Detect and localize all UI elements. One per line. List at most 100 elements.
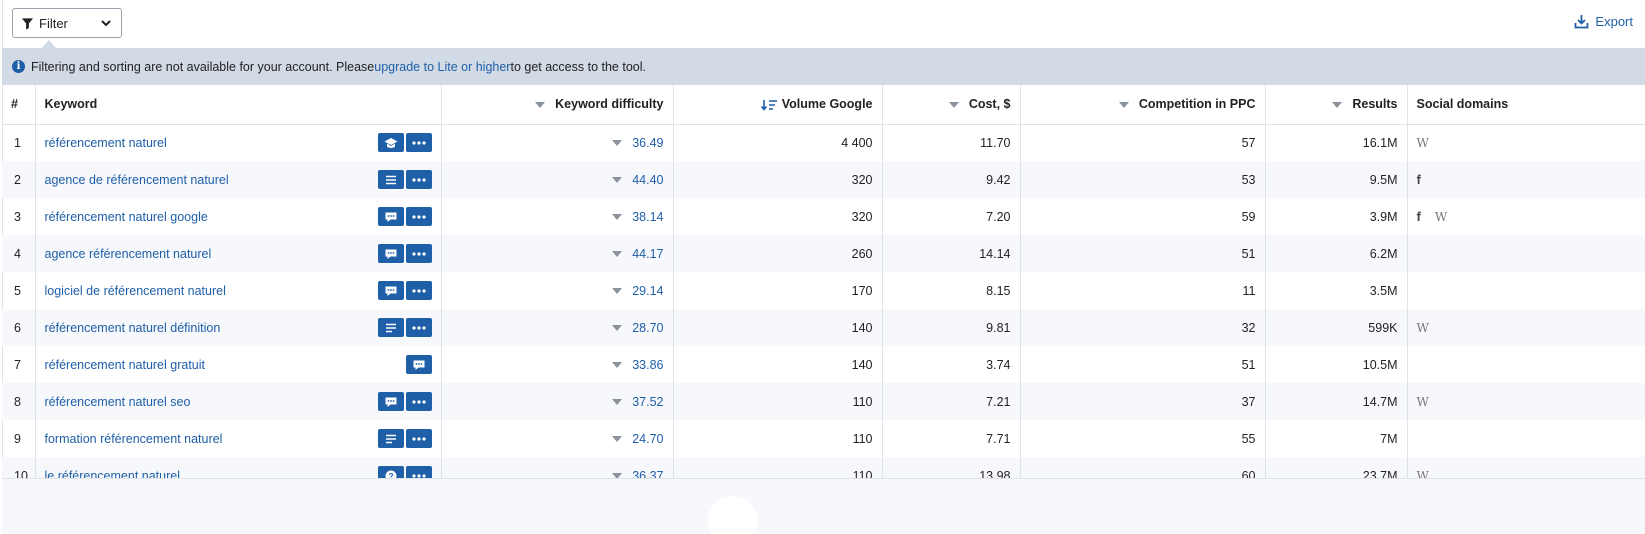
header-cost[interactable]: Cost, $	[882, 85, 1021, 125]
expand-caret-icon[interactable]	[612, 251, 623, 258]
table-footer-area	[2, 478, 1645, 534]
results-cell: 7M	[1265, 420, 1408, 457]
volume-cell: 110	[673, 383, 883, 420]
header-index: #	[2, 85, 36, 125]
keyword-cell: référencement naturel définition	[35, 309, 442, 346]
comment-icon[interactable]	[377, 207, 404, 226]
keyword-link[interactable]: référencement naturel	[45, 136, 167, 150]
keyword-link[interactable]: agence référencement naturel	[45, 247, 212, 261]
comment-icon[interactable]	[405, 355, 432, 374]
difficulty-cell[interactable]: 28.70	[441, 309, 674, 346]
keyword-actions	[377, 429, 432, 448]
expand-caret-icon[interactable]	[612, 140, 623, 147]
expand-caret-icon[interactable]	[612, 288, 623, 295]
keyword-cell: logiciel de référencement naturel	[35, 272, 442, 309]
keyword-cell: agence référencement naturel	[35, 235, 442, 272]
results-cell: 14.7M	[1265, 383, 1408, 420]
filter-dropdown[interactable]: Filter	[12, 8, 122, 38]
competition-cell: 57	[1020, 124, 1266, 161]
social-domains-cell	[1407, 235, 1645, 272]
wikipedia-icon[interactable]: W	[1417, 321, 1429, 335]
cost-cell: 7.71	[882, 420, 1021, 457]
cost-cell: 11.70	[882, 124, 1021, 161]
keyword-cell: formation référencement naturel	[35, 420, 442, 457]
difficulty-cell[interactable]: 44.17	[441, 235, 674, 272]
table-row: 6 référencement naturel définition 28.70 14…	[2, 309, 1645, 346]
keyword-cell: référencement naturel gratuit	[35, 346, 442, 383]
wikipedia-icon[interactable]: W	[1435, 210, 1447, 224]
results-cell: 3.5M	[1265, 272, 1408, 309]
keyword-link[interactable]: logiciel de référencement naturel	[45, 284, 226, 298]
difficulty-value: 24.70	[632, 431, 664, 446]
difficulty-cell[interactable]: 36.49	[441, 124, 674, 161]
difficulty-cell[interactable]: 37.52	[441, 383, 674, 420]
export-button[interactable]: Export	[1574, 14, 1633, 29]
wikipedia-icon[interactable]: W	[1417, 395, 1429, 409]
social-domains-cell: W	[1407, 124, 1645, 161]
keyword-link[interactable]: formation référencement naturel	[45, 432, 223, 446]
header-results[interactable]: Results	[1265, 85, 1408, 125]
header-competition[interactable]: Competition in PPC	[1020, 85, 1266, 125]
volume-cell: 140	[673, 309, 883, 346]
competition-cell: 51	[1020, 346, 1266, 383]
keyword-link[interactable]: référencement naturel gratuit	[45, 358, 206, 372]
keyword-link[interactable]: référencement naturel seo	[45, 395, 191, 409]
difficulty-cell[interactable]: 29.14	[441, 272, 674, 309]
comment-icon[interactable]	[377, 392, 404, 411]
more-icon[interactable]	[405, 207, 432, 226]
more-icon[interactable]	[405, 244, 432, 263]
header-keyword[interactable]: Keyword	[35, 85, 442, 125]
difficulty-cell[interactable]: 38.14	[441, 198, 674, 235]
text-icon[interactable]	[377, 429, 404, 448]
header-volume[interactable]: Volume Google	[673, 85, 883, 125]
cost-cell: 14.14	[882, 235, 1021, 272]
sort-caret-icon	[535, 101, 546, 108]
facebook-icon[interactable]: f	[1417, 209, 1421, 224]
facebook-icon[interactable]: f	[1417, 172, 1421, 187]
notice-banner: i Filtering and sorting are not availabl…	[2, 48, 1645, 85]
expand-caret-icon[interactable]	[612, 177, 623, 184]
more-icon[interactable]	[405, 133, 432, 153]
funnel-icon	[21, 17, 34, 30]
notice-text-before: Filtering and sorting are not available …	[31, 59, 375, 74]
row-index: 2	[2, 161, 36, 198]
difficulty-cell[interactable]: 33.86	[441, 346, 674, 383]
keyword-link[interactable]: référencement naturel définition	[45, 321, 221, 335]
expand-caret-icon[interactable]	[612, 399, 623, 406]
social-domains-cell: f	[1407, 161, 1645, 198]
sort-caret-icon	[948, 101, 959, 108]
social-domains-cell	[1407, 420, 1645, 457]
header-results-label: Results	[1352, 97, 1398, 112]
row-index: 1	[2, 124, 36, 161]
difficulty-cell[interactable]: 24.70	[441, 420, 674, 457]
keyword-link[interactable]: référencement naturel google	[45, 210, 208, 224]
competition-cell: 37	[1020, 383, 1266, 420]
expand-caret-icon[interactable]	[612, 325, 623, 332]
expand-caret-icon[interactable]	[612, 362, 623, 369]
difficulty-value: 37.52	[632, 394, 664, 409]
keyword-link[interactable]: agence de référencement naturel	[45, 173, 229, 187]
cost-cell: 9.42	[882, 161, 1021, 198]
expand-caret-icon[interactable]	[612, 436, 623, 443]
text-icon[interactable]	[377, 318, 404, 337]
more-icon[interactable]	[405, 170, 432, 189]
more-icon[interactable]	[405, 429, 432, 448]
wikipedia-icon[interactable]: W	[1417, 136, 1429, 150]
more-icon[interactable]	[405, 281, 432, 300]
more-icon[interactable]	[405, 392, 432, 411]
info-icon: i	[12, 60, 25, 73]
comment-icon[interactable]	[377, 281, 404, 300]
table-row: 4 agence référencement naturel 44.17 260 14.…	[2, 235, 1645, 272]
upgrade-link[interactable]: upgrade to Lite or higher	[374, 60, 510, 74]
header-social: Social domains	[1407, 85, 1645, 125]
list-icon[interactable]	[377, 170, 404, 189]
header-difficulty-label: Keyword difficulty	[555, 97, 664, 112]
expand-caret-icon[interactable]	[612, 214, 623, 221]
difficulty-cell[interactable]: 44.40	[441, 161, 674, 198]
comment-icon[interactable]	[377, 244, 404, 263]
toolbar: Filter Export	[0, 0, 1645, 48]
graduation-cap-icon[interactable]	[377, 133, 404, 153]
header-difficulty[interactable]: Keyword difficulty	[441, 85, 674, 125]
more-icon[interactable]	[405, 318, 432, 337]
table-row: 1 référencement naturel 36.49 4 400 11.70 57 1…	[2, 124, 1645, 161]
